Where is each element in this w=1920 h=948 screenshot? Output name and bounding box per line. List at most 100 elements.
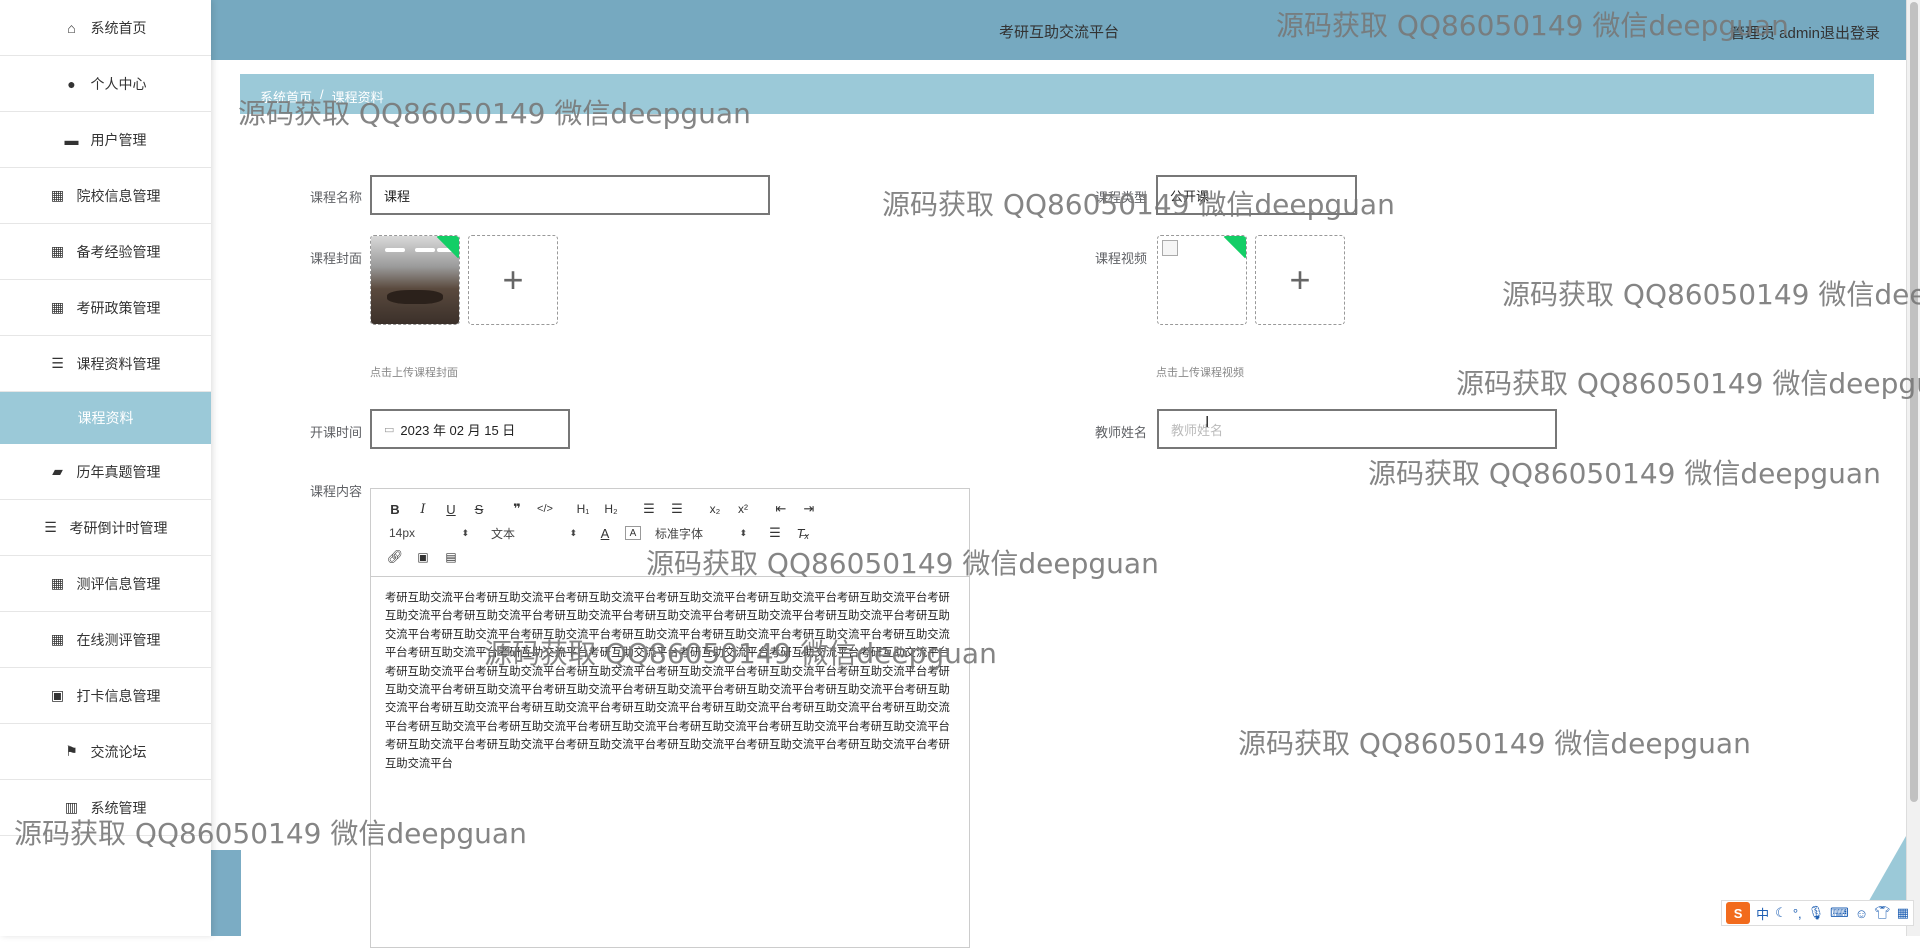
app-title: 考研互助交流平台 bbox=[999, 21, 1119, 42]
user-icon[interactable]: ☺ bbox=[1855, 906, 1868, 921]
sidebar-item-label: 打卡信息管理 bbox=[77, 686, 161, 706]
superscript-icon[interactable]: x² bbox=[729, 498, 757, 520]
sidebar-item[interactable]: ▣ 打卡信息管理 bbox=[0, 668, 211, 724]
code-icon[interactable]: </> bbox=[531, 498, 559, 520]
ime-toolbar[interactable]: S 中 ☾ °, 🎙︎ ⌨ ☺ 👕︎ ▦ bbox=[1721, 900, 1914, 926]
sidebar-decoration bbox=[211, 850, 241, 936]
indent-icon[interactable]: ⇥ bbox=[795, 498, 823, 520]
sidebar-item-label: 在线测评管理 bbox=[77, 630, 161, 650]
video-thumbnail[interactable] bbox=[1157, 235, 1247, 325]
grid-icon: ▦ bbox=[51, 189, 65, 203]
broken-image-icon bbox=[1162, 240, 1178, 256]
sidebar: ⌂系统首页●个人中心▬用户管理▦院校信息管理▦备考经验管理▦考研政策管理☰课程资… bbox=[0, 0, 211, 936]
updown-arrow-icon: ⬍ bbox=[461, 528, 469, 539]
paragraph-value: 文本 bbox=[491, 525, 515, 542]
page-scrollbar[interactable] bbox=[1906, 0, 1920, 936]
updown-arrow-icon: ⬍ bbox=[739, 528, 747, 539]
grid-icon: ▦ bbox=[51, 577, 65, 591]
sidebar-item[interactable]: ⌂ 系统首页 bbox=[0, 0, 211, 56]
sidebar-item[interactable]: ● 个人中心 bbox=[0, 56, 211, 112]
image-icon[interactable]: ▣ bbox=[409, 546, 437, 568]
subscript-icon[interactable]: x₂ bbox=[701, 498, 729, 520]
paragraph-select[interactable]: 文本 ⬍ bbox=[483, 525, 577, 542]
sidebar-item-label: 个人中心 bbox=[91, 74, 147, 94]
font-color-icon[interactable]: A bbox=[591, 522, 619, 544]
course-type-select[interactable]: 公开课 bbox=[1156, 175, 1357, 215]
watermark: 源码获取 QQ86050149 微信deepguan bbox=[1238, 722, 1751, 762]
sidebar-item[interactable]: ☰考研倒计时管理 bbox=[0, 500, 211, 556]
course-name-label: 课程名称 bbox=[272, 187, 362, 206]
sidebar-item[interactable]: ☰课程资料管理 bbox=[0, 336, 211, 392]
clear-format-icon[interactable]: T̶ₓ bbox=[789, 522, 817, 544]
grid-icon: ▦ bbox=[51, 301, 65, 315]
sidebar-item-label: 系统首页 bbox=[91, 18, 147, 38]
editor-content[interactable]: 考研互助交流平台考研互助交流平台考研互助交流平台考研互助交流平台考研互助交流平台… bbox=[371, 577, 969, 785]
sidebar-item-label: 课程资料 bbox=[78, 408, 134, 428]
start-time-picker[interactable]: ▭ 2023 年 02 月 15 日 bbox=[370, 409, 570, 449]
breadcrumb-home[interactable]: 系统首页 bbox=[260, 87, 312, 101]
rich-text-editor[interactable]: B I U S ❞ </> H₁ H₂ ☰ ☰ x₂ x² ⇤ ⇥ 14px⬍ … bbox=[370, 488, 970, 948]
cover-thumbnail[interactable] bbox=[370, 235, 460, 325]
bullet-list-icon[interactable]: ☰ bbox=[663, 498, 691, 520]
updown-arrow-icon: ⬍ bbox=[569, 528, 577, 539]
sidebar-item[interactable]: ▦在线测评管理 bbox=[0, 612, 211, 668]
flag-icon: ⚑ bbox=[65, 745, 79, 759]
font-family-select[interactable]: 标准字体⬍ bbox=[647, 525, 747, 542]
sidebar-item[interactable]: ▬用户管理 bbox=[0, 112, 211, 168]
cover-label: 课程封面 bbox=[272, 248, 362, 267]
course-type-label: 课程类型 bbox=[1057, 187, 1147, 206]
sidebar-item[interactable]: ▰历年真题管理 bbox=[0, 444, 211, 500]
background-color-icon[interactable]: A bbox=[625, 526, 641, 540]
editor-toolbar: B I U S ❞ </> H₁ H₂ ☰ ☰ x₂ x² ⇤ ⇥ 14px⬍ … bbox=[371, 489, 969, 577]
shirt-icon[interactable]: 👕︎ bbox=[1874, 905, 1891, 921]
clipboard-icon: ▣ bbox=[51, 689, 65, 703]
sidebar-item-label: 历年真题管理 bbox=[77, 462, 161, 482]
strikethrough-icon[interactable]: S bbox=[465, 498, 493, 520]
logout-link[interactable]: 退出登录 bbox=[1820, 22, 1880, 43]
video-icon[interactable]: ▤ bbox=[437, 546, 465, 568]
home-icon: ⌂ bbox=[65, 21, 79, 35]
teacher-name-input[interactable]: 教师姓名 bbox=[1157, 409, 1557, 449]
sidebar-item[interactable]: ▦测评信息管理 bbox=[0, 556, 211, 612]
bold-icon[interactable]: B bbox=[381, 498, 409, 520]
ordered-list-icon[interactable]: ☰ bbox=[635, 498, 663, 520]
cover-image bbox=[371, 236, 459, 324]
microphone-icon[interactable]: 🎙︎ bbox=[1808, 905, 1825, 921]
sidebar-item[interactable]: ▦ 院校信息管理 bbox=[0, 168, 211, 224]
sidebar-item-label: 备考经验管理 bbox=[77, 242, 161, 262]
keyboard-icon[interactable]: ⌨ bbox=[1830, 905, 1849, 921]
scrollbar-thumb[interactable] bbox=[1910, 2, 1918, 802]
sidebar-item-label: 考研政策管理 bbox=[77, 298, 161, 318]
user-icon: ● bbox=[65, 77, 79, 91]
sidebar-item[interactable]: 课程资料 bbox=[0, 392, 211, 444]
start-time-label: 开课时间 bbox=[272, 422, 362, 441]
sidebar-item[interactable]: ▦ 考研政策管理 bbox=[0, 280, 211, 336]
list-icon: ☰ bbox=[51, 357, 65, 371]
italic-icon[interactable]: I bbox=[409, 498, 437, 520]
sidebar-item[interactable]: ▦备考经验管理 bbox=[0, 224, 211, 280]
underline-icon[interactable]: U bbox=[437, 498, 465, 520]
sidebar-item-label: 交流论坛 bbox=[91, 742, 147, 762]
breadcrumb: 系统首页 / 课程资料 bbox=[240, 74, 1874, 114]
moon-icon[interactable]: ☾ bbox=[1775, 905, 1787, 921]
outdent-icon[interactable]: ⇤ bbox=[767, 498, 795, 520]
sidebar-item[interactable]: ▥系统管理 bbox=[0, 780, 211, 836]
grid-icon[interactable]: ▦ bbox=[1897, 905, 1909, 921]
heading1-icon[interactable]: H₁ bbox=[569, 498, 597, 520]
sidebar-item[interactable]: ⚑ 交流论坛 bbox=[0, 724, 211, 780]
corner-decoration bbox=[1866, 836, 1906, 906]
heading2-icon[interactable]: H₂ bbox=[597, 498, 625, 520]
sidebar-item-label: 用户管理 bbox=[91, 130, 147, 150]
blockquote-icon[interactable]: ❞ bbox=[503, 498, 531, 520]
cover-upload-button[interactable]: + bbox=[468, 235, 558, 325]
book-icon: ▥ bbox=[65, 801, 79, 815]
course-name-input[interactable]: 课程 bbox=[370, 175, 770, 215]
video-upload-button[interactable]: + bbox=[1255, 235, 1345, 325]
top-header: 考研互助交流平台 管理员 admin 退出登录 bbox=[211, 0, 1920, 60]
ime-language[interactable]: 中 bbox=[1756, 904, 1769, 923]
align-icon[interactable]: ☰ bbox=[761, 522, 789, 544]
link-icon[interactable]: 🔗︎ bbox=[381, 546, 409, 568]
punctuation-icon[interactable]: °, bbox=[1793, 906, 1802, 921]
font-size-select[interactable]: 14px⬍ bbox=[381, 526, 469, 540]
sidebar-item-label: 院校信息管理 bbox=[77, 186, 161, 206]
